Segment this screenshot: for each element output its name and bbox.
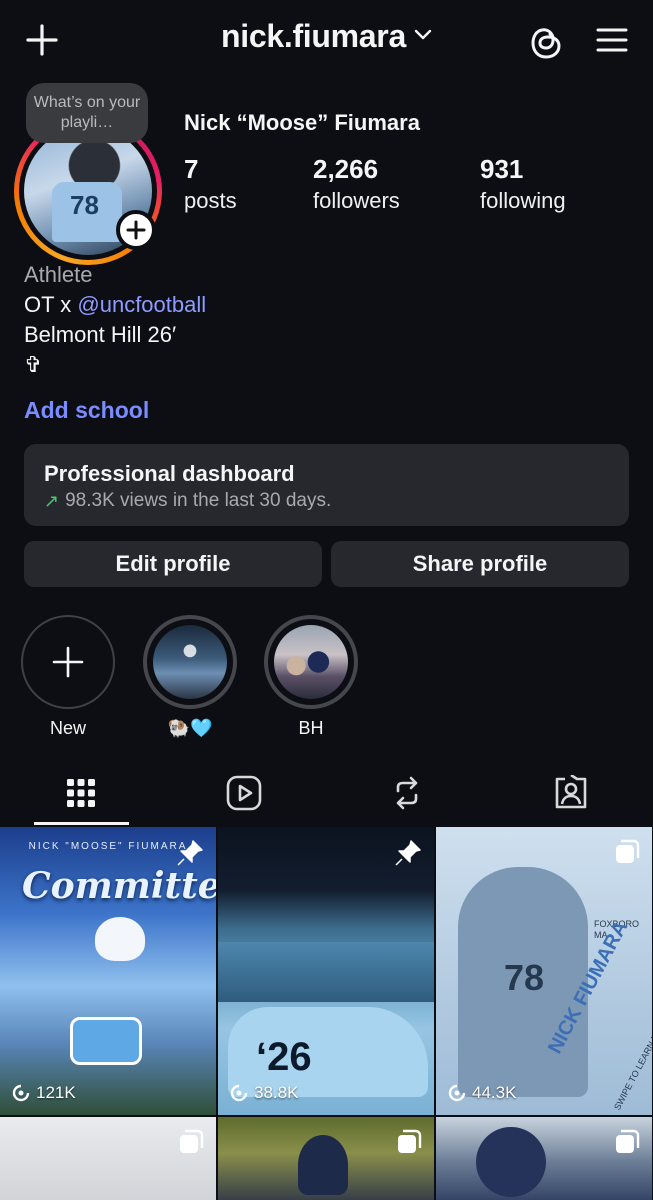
view-count: 121K: [12, 1083, 76, 1103]
carousel-icon: [614, 1129, 640, 1160]
stat-value: 931: [480, 154, 524, 184]
post-small-text: SWIPE TO LEARN MORE: [612, 1013, 652, 1112]
stat-label: posts: [184, 188, 237, 213]
post-tile[interactable]: [218, 1117, 434, 1200]
highlight-cover: [153, 625, 227, 699]
tab-grid[interactable]: [31, 760, 131, 826]
share-profile-button[interactable]: Share profile: [331, 541, 629, 587]
tagged-icon: [555, 775, 587, 809]
trend-up-icon: ↗: [44, 491, 60, 511]
tab-reels[interactable]: [194, 760, 294, 826]
post-tile[interactable]: NICK "MOOSE" FIUMARA Committed 121K: [0, 827, 216, 1115]
dashboard-subtitle: ↗ 98.3K views in the last 30 days.: [44, 488, 609, 514]
highlight-cover: [274, 625, 348, 699]
edit-profile-button[interactable]: Edit profile: [24, 541, 322, 587]
stat-label: following: [480, 188, 566, 213]
active-tab-indicator: [34, 822, 129, 825]
threads-icon[interactable]: [524, 20, 568, 64]
plus-icon: [52, 646, 84, 678]
note-text: What’s on your playli…: [33, 94, 141, 131]
display-name: Nick “Moose” Fiumara: [184, 110, 420, 135]
grid-icon: [67, 779, 95, 807]
player-graphic: [298, 1135, 348, 1195]
carousel-icon: [396, 1129, 422, 1160]
highlight-label: BH: [298, 718, 324, 738]
stat-value: 7: [184, 154, 199, 184]
reposts-icon: [396, 776, 418, 810]
post-tile[interactable]: [436, 1117, 652, 1200]
post-tile[interactable]: ‘26 38.8K: [218, 827, 434, 1115]
views-icon: [230, 1084, 248, 1102]
top-bar: nick.fiumara: [0, 0, 653, 80]
highlight-ring: [143, 615, 237, 709]
helmet-graphic: [95, 917, 145, 961]
highlight-item[interactable]: BH: [263, 615, 359, 739]
pin-icon: [394, 839, 422, 872]
menu-icon[interactable]: [590, 20, 634, 60]
views-icon: [448, 1084, 466, 1102]
mention-link[interactable]: @uncfootball: [77, 292, 206, 317]
add-school-link[interactable]: Add school: [24, 397, 149, 424]
stadium-graphic: [218, 942, 434, 1002]
view-count: 44.3K: [448, 1083, 516, 1103]
bio-line-2: Belmont Hill 26′: [24, 322, 177, 347]
note-bubble[interactable]: What’s on your playli…: [26, 83, 148, 143]
post-tile[interactable]: [0, 1117, 216, 1200]
tab-reposts[interactable]: [357, 760, 457, 826]
stat-posts[interactable]: 7 posts: [184, 152, 237, 216]
reels-icon: [226, 775, 262, 811]
view-count-text: 44.3K: [472, 1083, 517, 1102]
highlight-label: 🐏🩵: [167, 718, 213, 738]
username: nick.fiumara: [221, 18, 406, 54]
highlight-ring: [264, 615, 358, 709]
bio-text: OT x: [24, 292, 78, 317]
post-tile[interactable]: 78 FOXBORO MA NICK FIUMARA SWIPE TO LEAR…: [436, 827, 652, 1115]
highlight-item[interactable]: 🐏🩵: [142, 615, 238, 739]
stat-value: 2,266: [313, 154, 379, 184]
bio-line-1: OT x @uncfootball: [24, 290, 206, 320]
professional-dashboard[interactable]: Professional dashboard ↗ 98.3K views in …: [24, 444, 629, 526]
carousel-icon: [614, 839, 640, 870]
post-overlay-text: 78: [504, 957, 545, 998]
bio-line-3: ✞: [24, 352, 43, 377]
carousel-icon: [178, 1129, 204, 1160]
chevron-down-icon: [414, 28, 432, 46]
dashboard-title: Professional dashboard: [44, 461, 295, 486]
stat-following[interactable]: 931 following: [480, 152, 566, 216]
jersey-graphic: 78: [52, 182, 122, 242]
view-count: 38.8K: [230, 1083, 298, 1103]
stat-label: followers: [313, 188, 400, 213]
logo-graphic: [70, 1017, 142, 1065]
highlight-label: New: [49, 718, 86, 738]
dashboard-views-text: 98.3K views in the last 30 days.: [65, 490, 332, 511]
add-story-button[interactable]: [116, 210, 156, 250]
highlight-ring: [21, 615, 115, 709]
pin-icon: [176, 839, 204, 872]
stat-followers[interactable]: 2,266 followers: [313, 152, 400, 216]
highlight-new[interactable]: New: [20, 615, 116, 739]
bio: Athlete OT x @uncfootball Belmont Hill 2…: [24, 260, 206, 380]
view-count-text: 121K: [36, 1083, 76, 1102]
tab-tagged[interactable]: [521, 760, 621, 826]
view-count-text: 38.8K: [254, 1083, 299, 1102]
post-overlay-text: ‘26: [256, 1035, 312, 1079]
category-label: Athlete: [24, 262, 93, 287]
profile-tabs: [0, 760, 653, 826]
views-icon: [12, 1084, 30, 1102]
helmet-graphic: [476, 1127, 546, 1197]
